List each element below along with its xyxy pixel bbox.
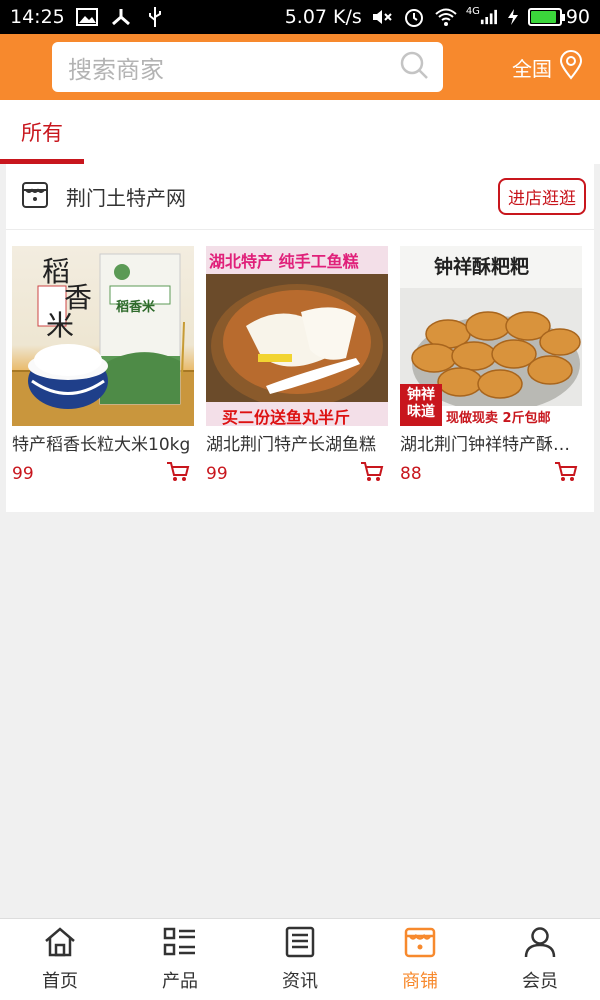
battery-indicator: 90 [527, 6, 590, 28]
nav-shops-label: 商铺 [402, 971, 438, 992]
battery-percent: 90 [565, 6, 590, 28]
clock: 14:25 [10, 6, 65, 28]
app-header: 搜索商家 全国 [0, 34, 600, 100]
search-input[interactable]: 搜索商家 [52, 42, 443, 92]
image-caption-bottom: 买二份送鱼丸半斤 [222, 408, 351, 426]
list-icon [163, 926, 197, 963]
charging-icon [506, 6, 520, 28]
product-title[interactable]: 湖北荆门特产长湖鱼糕 [206, 430, 388, 455]
store-name[interactable]: 荆门土特产网 [66, 182, 186, 211]
image-caption-top: 钟祥酥粑粑 [434, 256, 530, 278]
search-icon[interactable] [399, 50, 429, 84]
product-list: 稻 香 米 稻香米 特产稻香长粒大米10kg 99 湖北特产 纯手工鱼糕 买二份… [12, 246, 582, 487]
category-tabs: 所有 [0, 100, 600, 164]
bottom-nav: 首页 产品 资讯 商铺 会员 [0, 918, 600, 1000]
region-label: 全国 [512, 56, 552, 81]
region-selector[interactable]: 全国 [512, 49, 584, 85]
news-icon [283, 926, 317, 963]
add-to-cart-icon[interactable] [166, 461, 190, 487]
product-card[interactable]: 稻 香 米 稻香米 特产稻香长粒大米10kg 99 [12, 246, 194, 487]
image-bag-label: 稻香米 [116, 300, 156, 315]
tab-all-label: 所有 [21, 121, 63, 145]
tab-all[interactable]: 所有 [0, 100, 84, 164]
product-image-rice[interactable]: 稻 香 米 稻香米 [12, 246, 194, 426]
store-header: 荆门土特产网 进店逛逛 [6, 164, 594, 230]
search-placeholder: 搜索商家 [68, 55, 164, 84]
home-icon [43, 926, 77, 963]
image-text-char: 米 [46, 309, 75, 342]
nav-products[interactable]: 产品 [120, 919, 240, 1000]
network-type: 4G [465, 5, 480, 17]
wifi-icon [434, 6, 458, 28]
nav-home-label: 首页 [42, 971, 78, 992]
battery-icon [527, 8, 565, 26]
product-price: 99 [12, 464, 34, 484]
visit-store-button[interactable]: 进店逛逛 [498, 178, 586, 215]
user-icon [523, 926, 557, 963]
cellular-signal-icon: 4G [466, 6, 498, 28]
product-price: 88 [400, 464, 422, 484]
nav-shops[interactable]: 商铺 [360, 919, 480, 1000]
product-title[interactable]: 特产稻香长粒大米10kg [12, 430, 194, 455]
usb-icon [143, 6, 167, 28]
image-caption-bottom: 现做现卖 2斤包邮 [446, 411, 551, 426]
shop-icon [20, 180, 50, 214]
product-image-pastry[interactable]: 钟祥酥粑粑 钟祥味道 现做现卖 2斤包邮 [400, 246, 582, 426]
nav-products-label: 产品 [162, 971, 198, 992]
nav-news-label: 资讯 [282, 971, 318, 992]
image-caption-top: 湖北特产 纯手工鱼糕 [209, 252, 359, 271]
product-image-fishcake[interactable]: 湖北特产 纯手工鱼糕 买二份送鱼丸半斤 [206, 246, 388, 426]
product-title[interactable]: 湖北荆门钟祥特产酥粑粑 [400, 430, 582, 455]
status-bar: 14:25 5.07 K/s 4G 90 [0, 0, 600, 34]
nav-member[interactable]: 会员 [480, 919, 600, 1000]
alarm-icon [402, 6, 426, 28]
nav-member-label: 会员 [522, 971, 558, 992]
product-card[interactable]: 钟祥酥粑粑 钟祥味道 现做现卖 2斤包邮 湖北荆门钟祥特产酥粑粑 88 [400, 246, 582, 487]
add-to-cart-icon[interactable] [554, 461, 578, 487]
product-card[interactable]: 湖北特产 纯手工鱼糕 买二份送鱼丸半斤 湖北荆门特产长湖鱼糕 99 [206, 246, 388, 487]
store-card: 荆门土特产网 进店逛逛 稻 香 米 稻香米 特产稻香长粒大米10kg 99 湖北… [6, 164, 594, 512]
image-notification-icon [75, 6, 99, 28]
nav-news[interactable]: 资讯 [240, 919, 360, 1000]
share-icon [109, 6, 133, 28]
nav-home[interactable]: 首页 [0, 919, 120, 1000]
product-price: 99 [206, 464, 228, 484]
add-to-cart-icon[interactable] [360, 461, 384, 487]
shop-icon [403, 926, 437, 963]
network-speed: 5.07 K/s [284, 6, 362, 28]
mute-icon [370, 6, 394, 28]
location-pin-icon [558, 49, 584, 85]
image-badge: 钟祥味道 [407, 387, 435, 420]
